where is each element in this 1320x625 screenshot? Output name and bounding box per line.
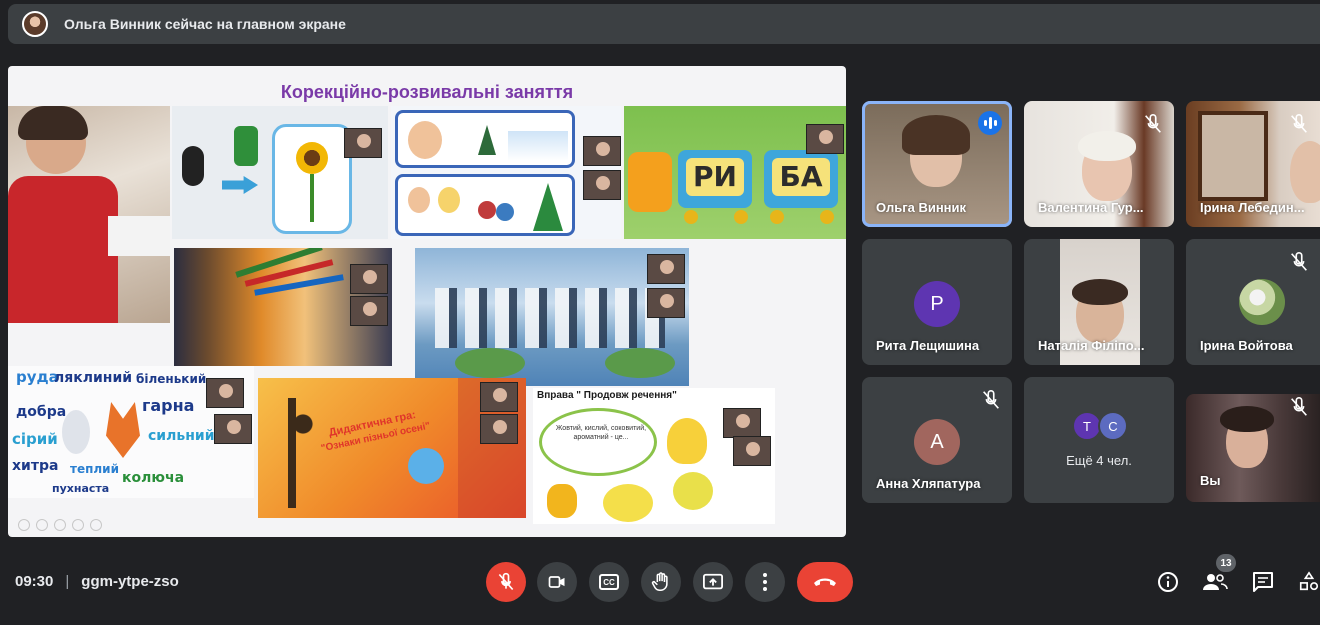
present-icon	[703, 573, 723, 590]
participant-name: Наталія Філіпо...	[1038, 338, 1145, 353]
participant-avatar	[1239, 279, 1285, 325]
participants-button[interactable]	[1202, 569, 1228, 595]
mic-off-icon	[983, 390, 999, 409]
word-10: колюча	[122, 470, 185, 486]
end-call-button[interactable]	[797, 562, 853, 602]
activities-icon	[1299, 571, 1319, 591]
slide-controls[interactable]	[18, 519, 102, 531]
mic-off-icon	[1145, 114, 1161, 133]
captions-button[interactable]: CC	[589, 562, 629, 602]
presenter-banner: Ольга Винник сейчас на главном экране	[8, 4, 1320, 44]
participant-name: Валентина Гур...	[1038, 200, 1144, 215]
more-options-button[interactable]	[745, 562, 785, 602]
exercise-title: Вправа " Продовж речення"	[537, 390, 677, 401]
participant-tile-more[interactable]: Т С Ещё 4 чел.	[1024, 377, 1174, 503]
presenter-banner-text: Ольга Винник сейчас на главном экране	[64, 16, 346, 32]
participant-tile-anna[interactable]: А Анна Хляпатура	[862, 377, 1012, 503]
meeting-separator: |	[65, 573, 70, 590]
slide-title: Корекційно-розвивальні заняття	[280, 82, 574, 102]
participant-avatar: А	[914, 419, 960, 465]
participant-tile-you[interactable]: Вы	[1186, 394, 1320, 502]
word-1: руда	[16, 368, 59, 386]
chat-button[interactable]	[1250, 569, 1276, 595]
participant-avatar: Р	[914, 281, 960, 327]
more-participants-label: Ещё 4 чел.	[1066, 453, 1132, 468]
meeting-details-button[interactable]	[1155, 569, 1181, 595]
participant-name: Ірина Лебедин...	[1200, 200, 1305, 215]
slide-prev-icon[interactable]	[18, 519, 30, 531]
present-button[interactable]	[693, 562, 733, 602]
slide-more-icon[interactable]	[90, 519, 102, 531]
participant-tile-iryna-v[interactable]: Ірина Войтова	[1186, 239, 1320, 365]
mic-off-icon	[1291, 397, 1307, 416]
more-icon	[763, 573, 767, 591]
activities-button[interactable]	[1298, 569, 1320, 595]
word-9: теплий	[70, 462, 119, 476]
mic-off-icon	[1291, 252, 1307, 271]
photo-autumn-game: Дидактична гра: "Ознаки пізньої осені"	[258, 378, 526, 518]
participant-tile-olga[interactable]: Ольга Винник	[862, 101, 1012, 227]
slide-zoom-icon[interactable]	[72, 519, 84, 531]
word-3: біленький	[136, 372, 207, 386]
people-icon	[1203, 574, 1228, 590]
mic-off-icon	[498, 572, 514, 591]
presenter-avatar	[22, 11, 48, 37]
meeting-code[interactable]: ggm-ytpe-zso	[81, 573, 179, 590]
word-4: добра	[16, 404, 67, 420]
participant-tile-ryta[interactable]: Р Рита Лещишина	[862, 239, 1012, 365]
photo-colored-pencils	[174, 248, 392, 366]
participant-name: Анна Хляпатура	[876, 476, 981, 491]
captions-icon: CC	[599, 574, 619, 590]
photo-exercise-card: Вправа " Продовж речення" Жовтий, кислий…	[533, 388, 775, 524]
participant-tile-iryna-l[interactable]: Ірина Лебедин...	[1186, 101, 1320, 227]
chat-icon	[1253, 572, 1273, 592]
more-avatar-s: С	[1098, 411, 1128, 441]
meeting-info: 09:30 | ggm-ytpe-zso	[15, 573, 179, 590]
photo-dancing-children	[415, 248, 689, 386]
train-letters-1: РИ	[686, 158, 744, 196]
photo-boy-writing	[8, 106, 170, 323]
word-7: сильний	[148, 428, 215, 444]
raise-hand-button[interactable]	[641, 562, 681, 602]
word-2: ляклиний	[54, 370, 133, 386]
participant-name: Вы	[1200, 473, 1221, 488]
train-letters-2: БА	[772, 158, 830, 196]
participant-tile-valentina[interactable]: Валентина Гур...	[1024, 101, 1174, 227]
photo-picture-cards	[391, 106, 621, 239]
exercise-bubble-text: Жовтий, кислий, соковитий, ароматний - ц…	[555, 425, 647, 441]
word-8: хитра	[12, 458, 59, 474]
meeting-time: 09:30	[15, 573, 54, 590]
slide-next-icon[interactable]	[36, 519, 48, 531]
word-6: сірий	[12, 430, 58, 448]
camera-icon	[548, 576, 565, 588]
slide-pen-icon[interactable]	[54, 519, 66, 531]
participant-name: Рита Лещишина	[876, 338, 980, 353]
raise-hand-icon	[651, 572, 668, 592]
word-11: пухнаста	[52, 482, 110, 495]
participant-name: Ольга Винник	[876, 200, 967, 215]
photo-sunflower-card	[172, 106, 388, 239]
mic-toggle-button[interactable]	[486, 562, 526, 602]
camera-toggle-button[interactable]	[537, 562, 577, 602]
mic-off-icon	[1291, 114, 1307, 133]
photo-syllable-train: РИ БА	[624, 106, 846, 239]
end-call-icon	[814, 578, 836, 586]
info-icon	[1158, 572, 1178, 592]
word-5: гарна	[142, 396, 195, 415]
participant-tile-natalia[interactable]: Наталія Філіпо...	[1024, 239, 1174, 365]
presentation-stage[interactable]: Корекційно-розвивальні заняття РИ БА руд…	[8, 66, 846, 537]
photo-adjective-words: руда ляклиний біленький добра гарна сіри…	[8, 366, 254, 498]
speaking-icon	[978, 111, 1002, 135]
participant-name: Ірина Войтова	[1200, 338, 1293, 353]
